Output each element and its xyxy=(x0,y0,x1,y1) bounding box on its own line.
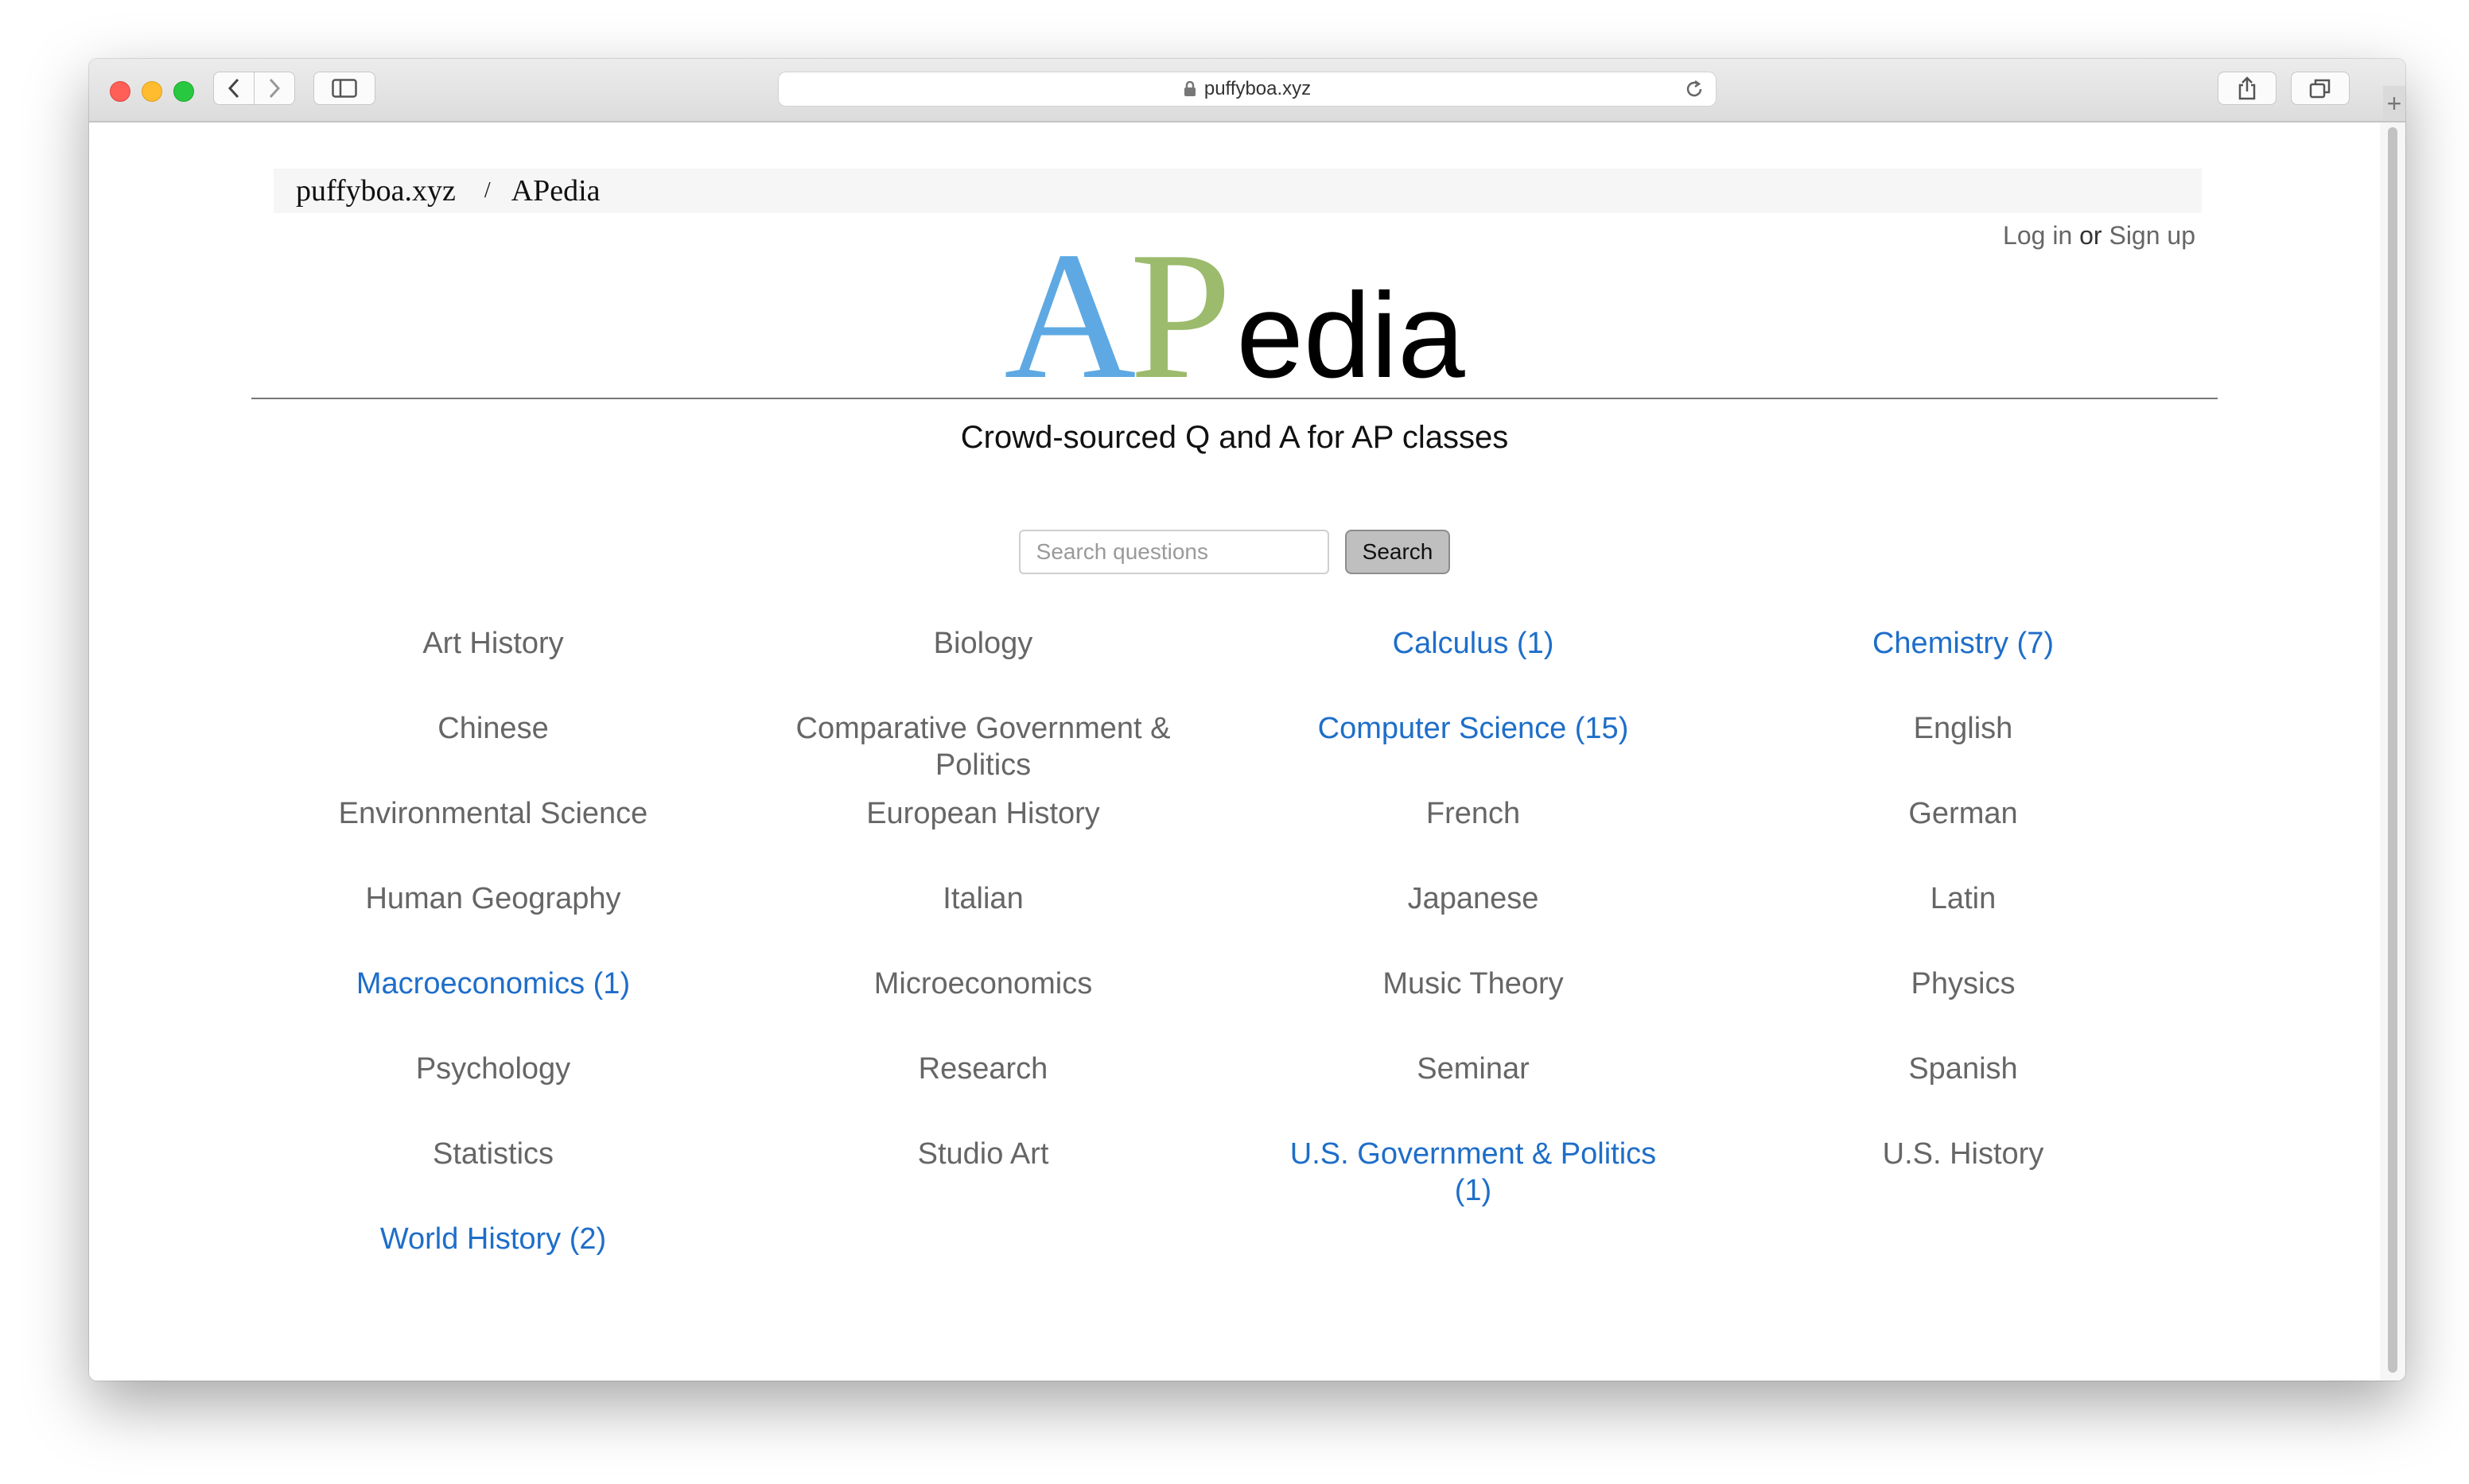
subject-link[interactable]: Statistics xyxy=(248,1136,738,1221)
subject-link[interactable]: Chemistry (7) xyxy=(1718,625,2208,710)
site-logo: APedia xyxy=(89,224,2380,407)
subject-link[interactable]: Studio Art xyxy=(738,1136,1228,1221)
subject-link[interactable]: Human Geography xyxy=(248,880,738,965)
scrollbar-thumb[interactable] xyxy=(2388,127,2397,1373)
vertical-scrollbar[interactable] xyxy=(2380,122,2405,1381)
breadcrumb-site-link[interactable]: puffyboa.xyz xyxy=(296,173,456,208)
subject-link[interactable]: Research xyxy=(738,1051,1228,1136)
subject-link[interactable]: Japanese xyxy=(1228,880,1718,965)
logo-letter-a: A xyxy=(1004,214,1136,417)
search-input[interactable] xyxy=(1018,530,1329,574)
subject-link[interactable]: World History (2) xyxy=(248,1221,738,1306)
subject-link[interactable]: U.S. Government & Politics (1) xyxy=(1228,1136,1718,1221)
subject-link[interactable]: Spanish xyxy=(1718,1051,2208,1136)
subject-link[interactable]: U.S. History xyxy=(1718,1136,2208,1221)
plus-icon: + xyxy=(2386,89,2402,118)
breadcrumb-separator: / xyxy=(484,178,491,203)
logo-letter-p: P xyxy=(1130,214,1232,417)
page-content: puffyboa.xyz / APedia Log in or Sign up … xyxy=(89,59,2380,1381)
new-tab-button[interactable]: + xyxy=(2383,86,2405,121)
subject-link[interactable]: Art History xyxy=(248,625,738,710)
search-button[interactable]: Search xyxy=(1344,530,1451,574)
breadcrumb-current: APedia xyxy=(511,174,601,208)
subject-link[interactable]: Seminar xyxy=(1228,1051,1718,1136)
subject-link[interactable]: Comparative Government & Politics xyxy=(738,710,1228,795)
subject-link[interactable]: Biology xyxy=(738,625,1228,710)
subject-link[interactable]: Computer Science (15) xyxy=(1228,710,1718,795)
subject-link[interactable]: Italian xyxy=(738,880,1228,965)
header-divider xyxy=(251,398,2218,399)
subject-link[interactable]: European History xyxy=(738,795,1228,880)
subject-link[interactable]: Microeconomics xyxy=(738,965,1228,1051)
subject-link[interactable]: Chinese xyxy=(248,710,738,795)
subject-link[interactable]: Music Theory xyxy=(1228,965,1718,1051)
subject-link[interactable]: Latin xyxy=(1718,880,2208,965)
subject-link[interactable]: Psychology xyxy=(248,1051,738,1136)
subject-link[interactable]: Macroeconomics (1) xyxy=(248,965,738,1051)
subject-link[interactable]: English xyxy=(1718,710,2208,795)
subject-link[interactable]: German xyxy=(1718,795,2208,880)
subject-link[interactable]: Physics xyxy=(1718,965,2208,1051)
subject-link[interactable]: Environmental Science xyxy=(248,795,738,880)
subject-grid: Art History Biology Calculus (1) Chemistry … xyxy=(248,625,2208,1306)
subject-link[interactable]: French xyxy=(1228,795,1718,880)
search-form: Search xyxy=(89,530,2380,574)
tagline: Crowd-sourced Q and A for AP classes xyxy=(960,420,1509,455)
breadcrumb: puffyboa.xyz / APedia xyxy=(274,169,2202,213)
subject-link[interactable]: Calculus (1) xyxy=(1228,625,1718,710)
logo-text-rest: edia xyxy=(1236,268,1465,403)
